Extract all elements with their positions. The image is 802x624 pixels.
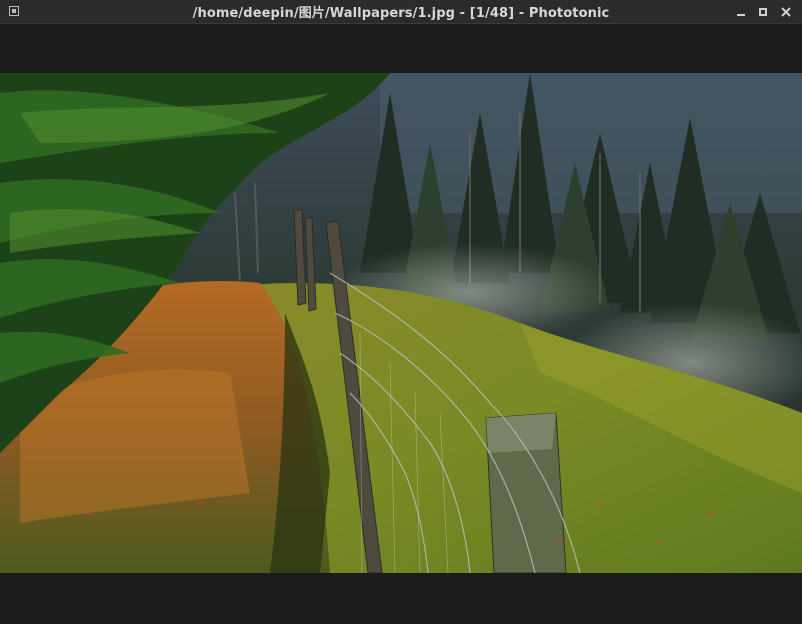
- maximize-button[interactable]: [756, 5, 770, 19]
- minimize-icon: [737, 13, 745, 16]
- phototonic-window: /home/deepin/图片/Wallpapers/1.jpg - [1/48…: [0, 0, 802, 624]
- bottom-empty-area: [0, 573, 802, 624]
- close-icon: [781, 7, 791, 17]
- close-button[interactable]: [779, 5, 793, 19]
- window-title: /home/deepin/图片/Wallpapers/1.jpg - [1/48…: [192, 6, 610, 21]
- top-empty-area: [0, 24, 802, 73]
- image-viewer[interactable]: [0, 73, 802, 573]
- wallpaper-image: [0, 73, 802, 573]
- title-bar[interactable]: /home/deepin/图片/Wallpapers/1.jpg - [1/48…: [0, 0, 802, 24]
- minimize-button[interactable]: [734, 5, 748, 19]
- maximize-icon: [759, 8, 767, 16]
- app-menu-icon[interactable]: [9, 6, 19, 16]
